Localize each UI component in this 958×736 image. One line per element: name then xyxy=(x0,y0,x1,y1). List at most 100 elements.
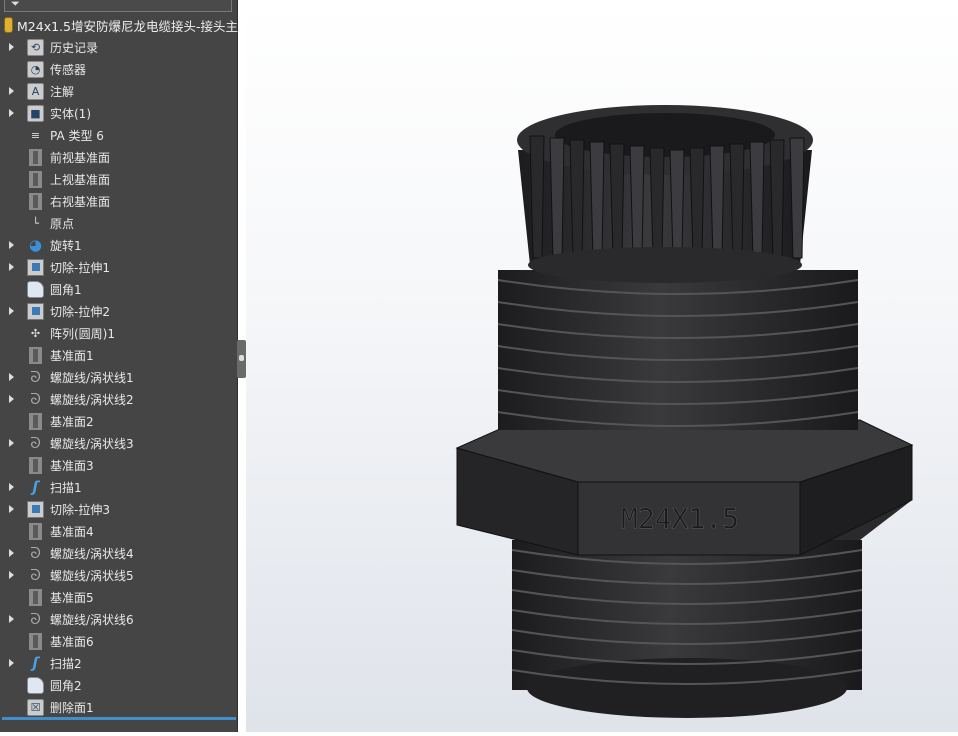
tree-item[interactable]: A 注解 xyxy=(0,80,236,102)
tree-item[interactable]: 圆角1 xyxy=(0,278,236,300)
tree-item-label: 切除-拉伸2 xyxy=(50,304,110,319)
tree-item-label: 螺旋线/涡状线2 xyxy=(50,392,134,407)
tree-item[interactable]: ≡ PA 类型 6 xyxy=(0,124,236,146)
clamp-finger xyxy=(589,141,605,259)
tree-item-label: 基准面2 xyxy=(50,414,94,429)
tree-item-label: 原点 xyxy=(50,216,75,231)
expand-arrow-icon[interactable] xyxy=(9,43,14,51)
tree-item[interactable]: ᘐ 螺旋线/涡状线5 xyxy=(0,564,236,586)
helix-icon: ᘐ xyxy=(30,566,41,584)
tree-item[interactable]: ᘐ 螺旋线/涡状线6 xyxy=(0,608,236,630)
tree-item[interactable]: ʃ 扫描1 xyxy=(0,476,236,498)
solid-bodies-folder-icon: ■ xyxy=(27,104,44,122)
revolve-icon: ◕ xyxy=(28,236,43,254)
graphics-viewport[interactable]: M24X1.5 xyxy=(246,0,958,732)
sweep-icon: ʃ xyxy=(32,478,39,496)
tree-item[interactable]: ᘐ 螺旋线/涡状线4 xyxy=(0,542,236,564)
tree-item[interactable]: ᘐ 螺旋线/涡状线1 xyxy=(0,366,236,388)
circular-pattern-icon: ✣ xyxy=(30,326,41,340)
clamp-finger xyxy=(769,139,785,259)
plane-icon xyxy=(29,456,42,474)
expand-arrow-icon[interactable] xyxy=(9,659,14,667)
root-label: M24x1.5增安防爆尼龙电缆接头-接头主 xyxy=(17,18,238,34)
material-icon: ≡ xyxy=(30,128,41,142)
tree-item-label: 切除-拉伸3 xyxy=(50,502,110,517)
tree-item-label: 阵列(圆周)1 xyxy=(50,326,115,341)
plane-icon xyxy=(29,192,42,210)
annotation-folder-icon: A xyxy=(27,82,44,100)
origin-icon: └ xyxy=(32,216,39,230)
helix-icon: ᘐ xyxy=(30,368,41,386)
sweep-icon: ʃ xyxy=(32,654,39,672)
tree-item-label: 螺旋线/涡状线6 xyxy=(50,612,134,627)
expand-arrow-icon[interactable] xyxy=(9,87,14,95)
tree-item-label: 前视基准面 xyxy=(50,150,111,165)
tree-item[interactable]: 切除-拉伸3 xyxy=(0,498,236,520)
clamp-finger xyxy=(669,149,685,259)
clamp-finger xyxy=(549,137,565,259)
tree-item-label: 基准面6 xyxy=(50,634,94,649)
expand-arrow-icon[interactable] xyxy=(9,395,14,403)
clamp-finger xyxy=(529,135,545,259)
tree-item[interactable]: 上视基准面 xyxy=(0,168,236,190)
tree-item[interactable]: ■ 实体(1) xyxy=(0,102,236,124)
tree-item[interactable]: ᘐ 螺旋线/涡状线3 xyxy=(0,432,236,454)
expand-arrow-icon[interactable] xyxy=(9,615,14,623)
tree-item[interactable]: ʃ 扫描2 xyxy=(0,652,236,674)
3d-model-cable-gland: M24X1.5 xyxy=(455,105,914,718)
expand-arrow-icon[interactable] xyxy=(9,483,14,491)
tree-root-part[interactable]: M24x1.5增安防爆尼龙电缆接头-接头主 xyxy=(4,15,238,35)
tree-item[interactable]: 基准面6 xyxy=(0,630,236,652)
tree-item-label: 螺旋线/涡状线3 xyxy=(50,436,134,451)
tree-item[interactable]: 基准面1 xyxy=(0,344,236,366)
expand-arrow-icon[interactable] xyxy=(9,571,14,579)
tree-item[interactable]: └ 原点 xyxy=(0,212,236,234)
tree-item[interactable]: 切除-拉伸2 xyxy=(0,300,236,322)
tree-item[interactable]: 右视基准面 xyxy=(0,190,236,212)
tree-item[interactable]: 前视基准面 xyxy=(0,146,236,168)
part-icon xyxy=(4,17,14,33)
helix-icon: ᘐ xyxy=(30,390,41,408)
helix-icon: ᘐ xyxy=(30,434,41,452)
expand-arrow-icon[interactable] xyxy=(9,549,14,557)
expand-arrow-icon[interactable] xyxy=(9,241,14,249)
plane-icon xyxy=(29,522,42,540)
tree-item[interactable]: ☒ 删除面1 xyxy=(0,696,236,718)
tree-item-label: PA 类型 6 xyxy=(50,128,104,143)
expand-arrow-icon[interactable] xyxy=(9,109,14,117)
plane-icon xyxy=(29,148,42,166)
sensor-folder-icon: ◔ xyxy=(27,60,44,78)
engraving-text: M24X1.5 xyxy=(621,502,739,535)
tree-item[interactable]: 圆角2 xyxy=(0,674,236,696)
tree-item[interactable]: ✣ 阵列(圆周)1 xyxy=(0,322,236,344)
expand-arrow-icon[interactable] xyxy=(9,263,14,271)
tree-item[interactable]: ◔ 传感器 xyxy=(0,58,236,80)
expand-arrow-icon[interactable] xyxy=(9,505,14,513)
tree-item[interactable]: 基准面3 xyxy=(0,454,236,476)
tree-item-label: 圆角1 xyxy=(50,282,82,297)
clamp-finger xyxy=(629,145,645,259)
tree-item-label: 圆角2 xyxy=(50,678,82,693)
tree-item[interactable]: 切除-拉伸1 xyxy=(0,256,236,278)
tree-item[interactable]: 基准面2 xyxy=(0,410,236,432)
expand-arrow-icon[interactable] xyxy=(9,373,14,381)
tree-item[interactable]: 基准面5 xyxy=(0,586,236,608)
tree-item[interactable]: 基准面4 xyxy=(0,520,236,542)
tree-item[interactable]: ◕ 旋转1 xyxy=(0,234,236,256)
cut-extrude-icon xyxy=(27,258,44,276)
expand-arrow-icon[interactable] xyxy=(9,307,14,315)
history-folder-icon: ⟲ xyxy=(27,38,44,56)
panel-collapse-handle[interactable] xyxy=(237,340,246,378)
tree-filter-input[interactable]: ⏷ xyxy=(4,0,232,12)
clamp-finger xyxy=(789,137,805,259)
plane-icon xyxy=(29,412,42,430)
rollback-bar[interactable] xyxy=(2,717,236,720)
expand-arrow-icon[interactable] xyxy=(9,439,14,447)
clamp-finger xyxy=(609,143,625,259)
tree-item-label: 基准面3 xyxy=(50,458,94,473)
tree-item[interactable]: ᘐ 螺旋线/涡状线2 xyxy=(0,388,236,410)
plane-icon xyxy=(29,632,42,650)
plane-icon xyxy=(29,346,42,364)
tree-item[interactable]: ⟲ 历史记录 xyxy=(0,36,236,58)
delete-face-icon: ☒ xyxy=(27,698,44,716)
